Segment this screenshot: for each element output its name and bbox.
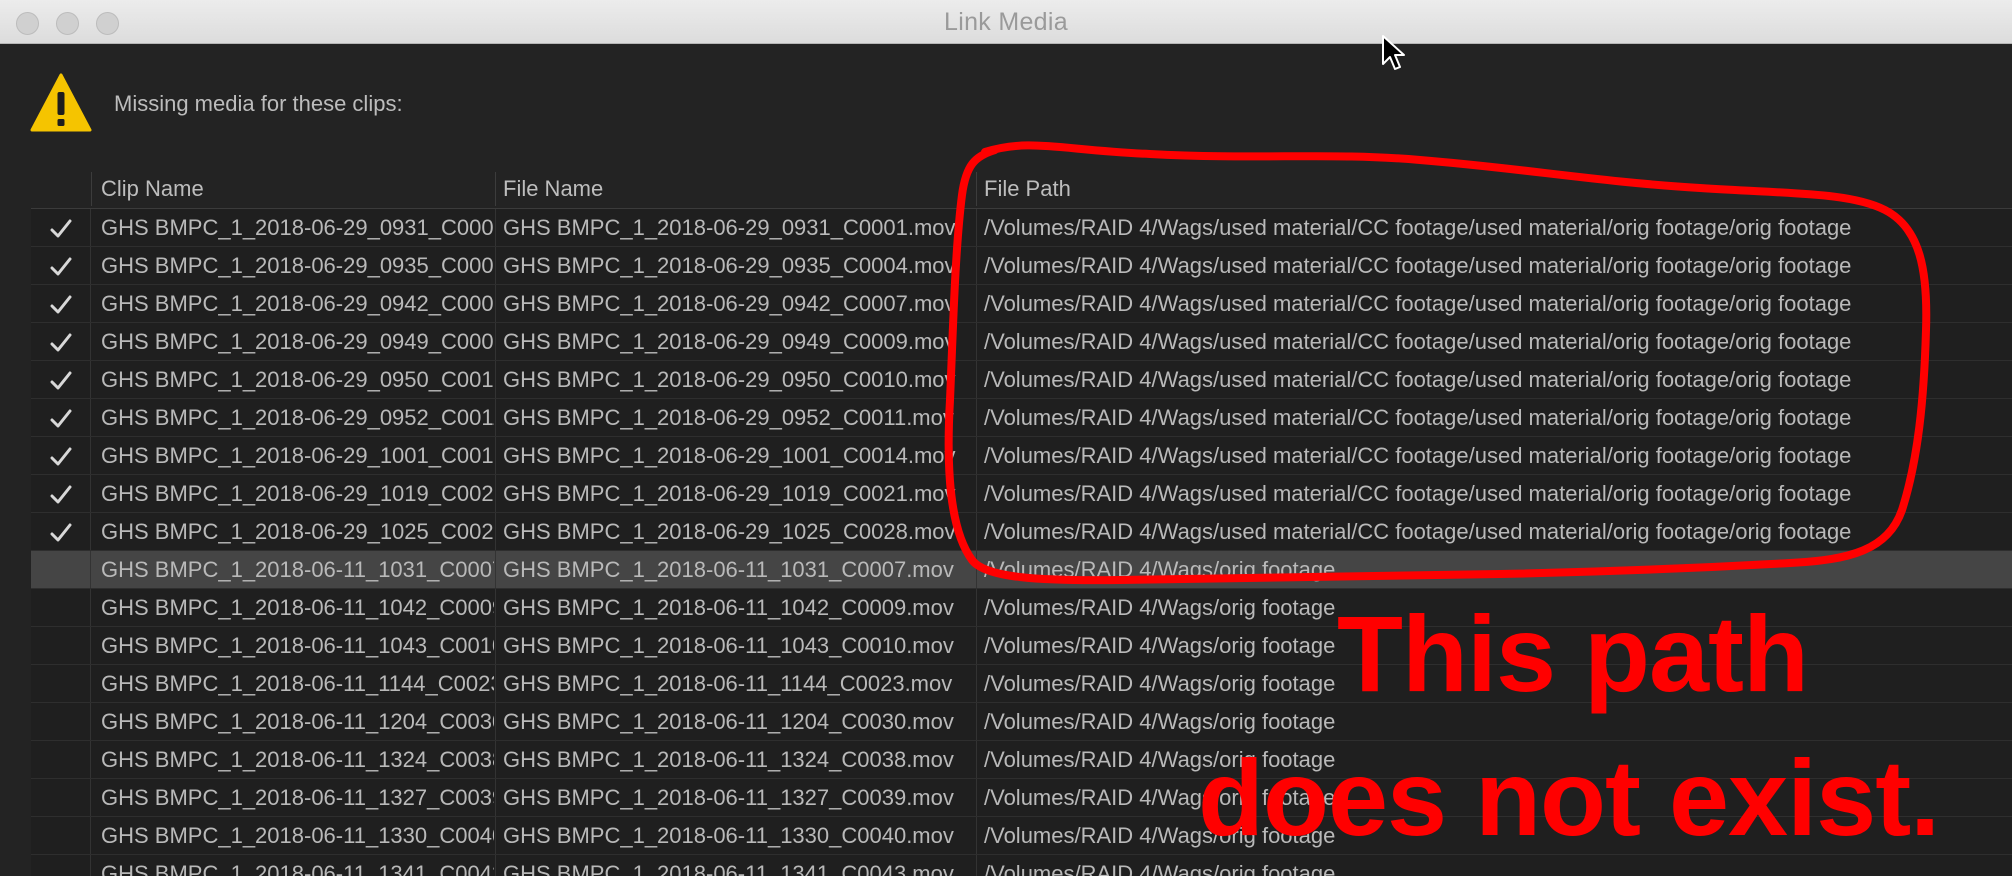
row-checkbox[interactable] — [31, 361, 91, 398]
link-media-dialog: Link Media Missing media for these clips… — [0, 0, 2012, 876]
row-checkbox[interactable] — [31, 475, 91, 512]
table-row[interactable]: GHS BMPC_1_2018-06-29_0942_C0007 GHS BMPC… — [31, 285, 2012, 323]
column-header-file-path[interactable]: File Path — [984, 176, 1071, 202]
clip-name-cell: GHS BMPC_1_2018-06-11_1330_C0040 — [101, 823, 494, 848]
row-checkbox[interactable] — [31, 551, 91, 588]
file-path-cell: /Volumes/RAID 4/Wags/orig footage — [984, 557, 1336, 582]
file-name-cell: GHS BMPC_1_2018-06-11_1330_C0040.mov — [503, 823, 954, 848]
row-checkbox[interactable] — [31, 247, 91, 284]
checkmark-icon — [50, 371, 71, 390]
annotation-text-line-1: This path — [1337, 593, 1809, 714]
row-checkbox[interactable] — [31, 399, 91, 436]
clip-name-cell: GHS BMPC_1_2018-06-11_1324_C0038 — [101, 747, 494, 772]
row-checkbox[interactable] — [31, 627, 91, 664]
file-name-cell: GHS BMPC_1_2018-06-11_1324_C0038.mov — [503, 747, 954, 772]
file-path-cell: /Volumes/RAID 4/Wags/used material/CC fo… — [984, 253, 1852, 278]
table-header: Clip Name File Name File Path — [31, 170, 2012, 209]
clip-name-cell: GHS BMPC_1_2018-06-11_1043_C0010 — [101, 633, 494, 658]
file-name-cell: GHS BMPC_1_2018-06-11_1042_C0009.mov — [503, 595, 954, 620]
file-name-cell: GHS BMPC_1_2018-06-29_0949_C0009.mov — [503, 329, 956, 354]
warning-triangle-icon — [30, 72, 92, 139]
checkmark-icon — [50, 523, 71, 542]
clip-name-cell: GHS BMPC_1_2018-06-29_1025_C0028 — [101, 519, 494, 544]
column-header-clip-name[interactable]: Clip Name — [101, 176, 204, 202]
window-title: Link Media — [944, 8, 1068, 36]
file-path-cell: /Volumes/RAID 4/Wags/used material/CC fo… — [984, 519, 1852, 544]
clip-name-cell: GHS BMPC_1_2018-06-29_0935_C0004 — [101, 253, 494, 278]
checkmark-icon — [50, 447, 71, 466]
table-row[interactable]: GHS BMPC_1_2018-06-11_1341_C0043 GHS BMPC… — [31, 855, 2012, 876]
row-checkbox[interactable] — [31, 665, 91, 702]
row-checkbox[interactable] — [31, 741, 91, 778]
file-path-cell: /Volumes/RAID 4/Wags/used material/CC fo… — [984, 405, 1852, 430]
title-bar: Link Media — [0, 0, 2012, 44]
file-name-cell: GHS BMPC_1_2018-06-29_0931_C0001.mov — [503, 215, 956, 240]
table-row[interactable]: GHS BMPC_1_2018-06-29_1025_C0028 GHS BMPC… — [31, 513, 2012, 551]
clip-name-cell: GHS BMPC_1_2018-06-11_1327_C0039 — [101, 785, 494, 810]
checkmark-icon — [50, 219, 71, 238]
clip-name-cell: GHS BMPC_1_2018-06-29_0950_C0010 — [101, 367, 494, 392]
clip-name-cell: GHS BMPC_1_2018-06-11_1144_C0023 — [101, 671, 494, 696]
file-name-cell: GHS BMPC_1_2018-06-29_1001_C0014.mov — [503, 443, 956, 468]
file-name-cell: GHS BMPC_1_2018-06-11_1327_C0039.mov — [503, 785, 954, 810]
table-row[interactable]: GHS BMPC_1_2018-06-29_0935_C0004 GHS BMPC… — [31, 247, 2012, 285]
mouse-pointer-icon — [1381, 34, 1407, 77]
row-checkbox[interactable] — [31, 209, 91, 246]
clip-name-cell: GHS BMPC_1_2018-06-29_0942_C0007 — [101, 291, 494, 316]
clip-name-cell: GHS BMPC_1_2018-06-11_1031_C0007 — [101, 557, 494, 582]
clip-name-cell: GHS BMPC_1_2018-06-29_0949_C0009 — [101, 329, 494, 354]
clip-name-cell: GHS BMPC_1_2018-06-29_1019_C0021 — [101, 481, 494, 506]
table-row[interactable]: GHS BMPC_1_2018-06-29_0952_C0011 GHS BMPC… — [31, 399, 2012, 437]
file-path-cell: /Volumes/RAID 4/Wags/used material/CC fo… — [984, 329, 1852, 354]
row-checkbox[interactable] — [31, 437, 91, 474]
file-name-cell: GHS BMPC_1_2018-06-29_1025_C0028.mov — [503, 519, 956, 544]
clip-name-cell: GHS BMPC_1_2018-06-29_0931_C0001 — [101, 215, 494, 240]
row-checkbox[interactable] — [31, 703, 91, 740]
file-name-cell: GHS BMPC_1_2018-06-11_1144_C0023.mov — [503, 671, 953, 696]
row-checkbox[interactable] — [31, 817, 91, 854]
table-row[interactable]: GHS BMPC_1_2018-06-29_1001_C0014 GHS BMPC… — [31, 437, 2012, 475]
file-name-cell: GHS BMPC_1_2018-06-11_1031_C0007.mov — [503, 557, 954, 582]
table-row[interactable]: GHS BMPC_1_2018-06-29_0931_C0001 GHS BMPC… — [31, 209, 2012, 247]
clip-name-cell: GHS BMPC_1_2018-06-11_1341_C0043 — [101, 861, 494, 876]
file-path-cell: /Volumes/RAID 4/Wags/used material/CC fo… — [984, 481, 1852, 506]
file-path-cell: /Volumes/RAID 4/Wags/orig footage — [984, 861, 1336, 876]
clip-name-cell: GHS BMPC_1_2018-06-29_0952_C0011 — [101, 405, 494, 430]
annotation-text-line-2: does not exist. — [1198, 737, 1940, 858]
table-row[interactable]: GHS BMPC_1_2018-06-29_0950_C0010 GHS BMPC… — [31, 361, 2012, 399]
file-name-cell: GHS BMPC_1_2018-06-11_1043_C0010.mov — [503, 633, 954, 658]
file-name-cell: GHS BMPC_1_2018-06-11_1341_C0043.mov — [503, 861, 954, 876]
missing-media-message: Missing media for these clips: — [114, 91, 403, 116]
file-name-cell: GHS BMPC_1_2018-06-29_0952_C0011.mov — [503, 405, 954, 430]
row-checkbox[interactable] — [31, 589, 91, 626]
row-checkbox[interactable] — [31, 513, 91, 550]
clip-name-cell: GHS BMPC_1_2018-06-11_1204_C0030 — [101, 709, 494, 734]
table-row[interactable]: GHS BMPC_1_2018-06-29_0949_C0009 GHS BMPC… — [31, 323, 2012, 361]
row-checkbox[interactable] — [31, 323, 91, 360]
checkmark-icon — [50, 409, 71, 428]
checkmark-icon — [50, 295, 71, 314]
file-name-cell: GHS BMPC_1_2018-06-11_1204_C0030.mov — [503, 709, 954, 734]
row-checkbox[interactable] — [31, 855, 91, 876]
file-name-cell: GHS BMPC_1_2018-06-29_0942_C0007.mov — [503, 291, 956, 316]
file-name-cell: GHS BMPC_1_2018-06-29_0950_C0010.mov — [503, 367, 956, 392]
table-row[interactable]: GHS BMPC_1_2018-06-11_1031_C0007 GHS BMPC… — [31, 551, 2012, 589]
file-path-cell: /Volumes/RAID 4/Wags/used material/CC fo… — [984, 367, 1852, 392]
file-path-cell: /Volumes/RAID 4/Wags/used material/CC fo… — [984, 215, 1852, 240]
checkmark-icon — [50, 485, 71, 504]
file-name-cell: GHS BMPC_1_2018-06-29_0935_C0004.mov — [503, 253, 956, 278]
row-checkbox[interactable] — [31, 779, 91, 816]
column-header-file-name[interactable]: File Name — [503, 176, 603, 202]
table-row[interactable]: GHS BMPC_1_2018-06-29_1019_C0021 GHS BMPC… — [31, 475, 2012, 513]
clip-name-cell: GHS BMPC_1_2018-06-11_1042_C0009 — [101, 595, 494, 620]
file-path-cell: /Volumes/RAID 4/Wags/used material/CC fo… — [984, 291, 1852, 316]
clip-name-cell: GHS BMPC_1_2018-06-29_1001_C0014 — [101, 443, 494, 468]
checkmark-icon — [50, 333, 71, 352]
file-name-cell: GHS BMPC_1_2018-06-29_1019_C0021.mov — [503, 481, 956, 506]
row-checkbox[interactable] — [31, 285, 91, 322]
file-path-cell: /Volumes/RAID 4/Wags/used material/CC fo… — [984, 443, 1852, 468]
checkmark-icon — [50, 257, 71, 276]
